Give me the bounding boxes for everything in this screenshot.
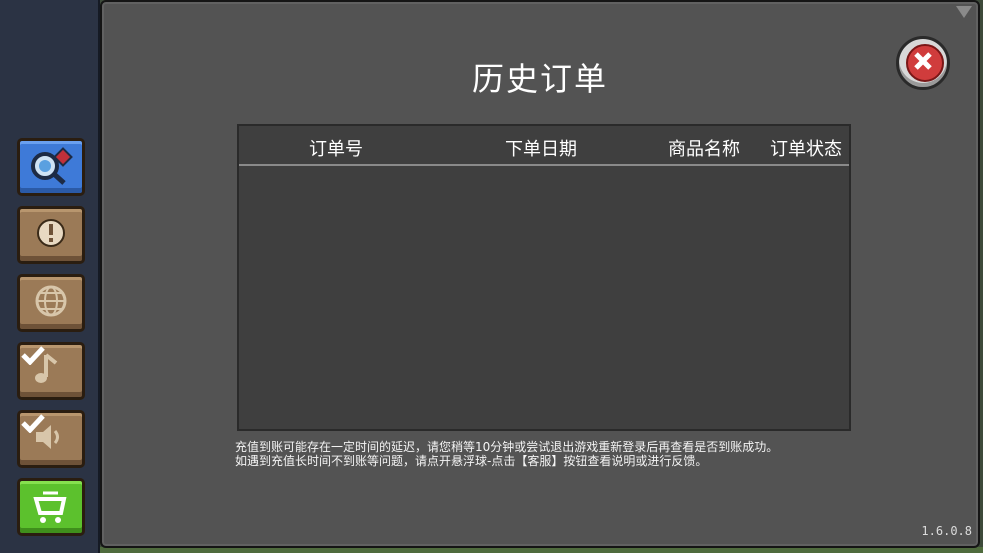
- close-icon: [906, 44, 944, 82]
- shop-button[interactable]: [17, 478, 85, 536]
- corner-arrow-icon: [956, 6, 972, 18]
- column-order-number: 订单号: [309, 139, 363, 160]
- checkmark-icon: [21, 414, 45, 433]
- globe-icon: [35, 285, 67, 317]
- table-body[interactable]: [239, 166, 849, 429]
- shopping-cart-icon: [33, 491, 67, 523]
- column-product-name: 商品名称: [668, 139, 740, 160]
- recharge-notice: 充值到账可能存在一定时间的延迟，请您稍等10分钟或尝试退出游戏重新登录后再查看是…: [235, 440, 865, 468]
- order-table: 订单号 下单日期 商品名称 订单状态: [237, 124, 851, 431]
- page-title: 历史订单: [471, 60, 608, 98]
- version-label: 1.6.0.8: [921, 524, 972, 538]
- notice-line-1: 充值到账可能存在一定时间的延迟，请您稍等10分钟或尝试退出游戏重新登录后再查看是…: [235, 440, 779, 454]
- column-order-status: 订单状态: [770, 139, 842, 160]
- close-button[interactable]: [896, 36, 950, 90]
- order-history-panel: 历史订单 订单号 下单日期 商品名称 订单状态 充值到账可能存在一定时间的延迟，…: [100, 0, 980, 548]
- table-header: 订单号 下单日期 商品名称 订单状态: [239, 126, 849, 166]
- notice-line-2: 如遇到充值长时间不到账等问题，请点开悬浮球-点击【客服】按钮查看说明或进行反馈。: [235, 454, 708, 468]
- exclamation-icon: [37, 219, 65, 247]
- column-order-date: 下单日期: [505, 139, 577, 160]
- settings-sidebar: [0, 0, 100, 553]
- notice-button[interactable]: [17, 206, 85, 264]
- search-key-button[interactable]: [17, 138, 85, 196]
- search-key-icon: [31, 147, 73, 185]
- checkmark-icon: [21, 346, 45, 365]
- music-toggle[interactable]: [17, 342, 85, 400]
- sound-toggle[interactable]: [17, 410, 85, 468]
- language-button[interactable]: [17, 274, 85, 332]
